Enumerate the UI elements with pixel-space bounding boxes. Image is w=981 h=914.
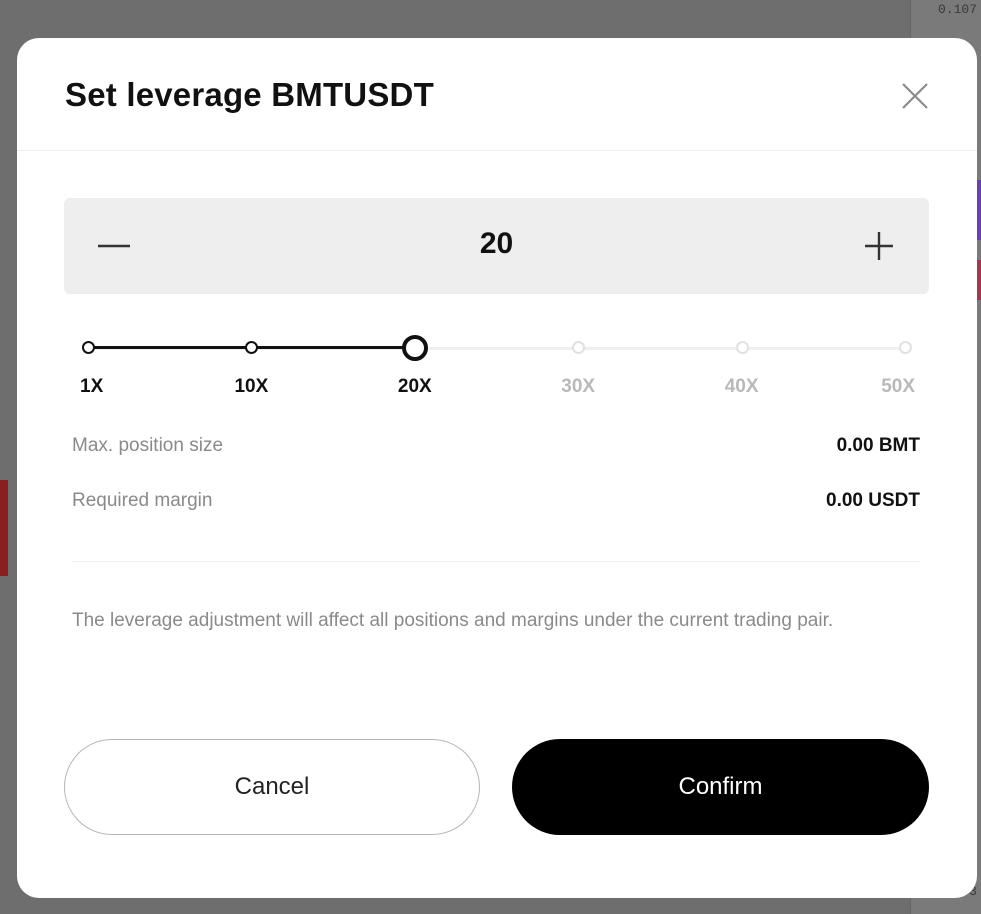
background-chart-mark — [977, 260, 981, 300]
background-price-top: 0.107 — [937, 2, 977, 17]
cancel-button[interactable]: Cancel — [64, 739, 480, 835]
background-chart-mark — [977, 180, 981, 240]
slider-mark-50x[interactable] — [899, 341, 912, 354]
dialog-header: Set leverage BMTUSDT — [17, 38, 977, 151]
slider-mark-1x[interactable] — [82, 341, 95, 354]
slider-label-20x[interactable]: 20X — [398, 376, 432, 398]
required-margin-label: Required margin — [72, 490, 213, 511]
required-margin-value: 0.00 USDT — [826, 490, 920, 511]
close-button[interactable] — [897, 78, 933, 114]
leverage-value-input[interactable]: 20 — [64, 227, 929, 261]
confirm-button[interactable]: Confirm — [512, 739, 929, 835]
leverage-stepper: 20 — [64, 198, 929, 294]
leverage-slider[interactable]: 1X 10X 20X 30X 40X 50X — [64, 328, 929, 408]
max-position-value: 0.00 BMT — [836, 435, 920, 456]
slider-mark-10x[interactable] — [245, 341, 259, 354]
slider-mark-40x[interactable] — [735, 341, 749, 354]
max-position-label: Max. position size — [72, 435, 224, 456]
slider-label-10x[interactable]: 10X — [234, 376, 268, 398]
slider-label-1x[interactable]: 1X — [80, 376, 103, 398]
slider-label-40x[interactable]: 40X — [725, 376, 759, 398]
background-chart-bar — [0, 480, 8, 576]
slider-label-30x[interactable]: 30X — [561, 376, 595, 398]
dialog-title: Set leverage BMTUSDT — [65, 76, 434, 113]
divider — [72, 561, 920, 562]
required-margin-row: Required margin 0.00 USDT — [72, 490, 920, 516]
max-position-row: Max. position size 0.00 BMT — [72, 435, 920, 461]
slider-handle[interactable] — [401, 335, 428, 361]
leverage-notice: The leverage adjustment will affect all … — [72, 610, 834, 631]
close-icon — [902, 83, 928, 109]
slider-label-50x[interactable]: 50X — [881, 376, 915, 398]
increase-button[interactable] — [859, 226, 899, 266]
slider-mark-30x[interactable] — [572, 341, 586, 354]
plus-icon — [865, 232, 893, 260]
leverage-dialog: Set leverage BMTUSDT 20 1X 10X 20X 30X 40X 50… — [17, 38, 977, 898]
